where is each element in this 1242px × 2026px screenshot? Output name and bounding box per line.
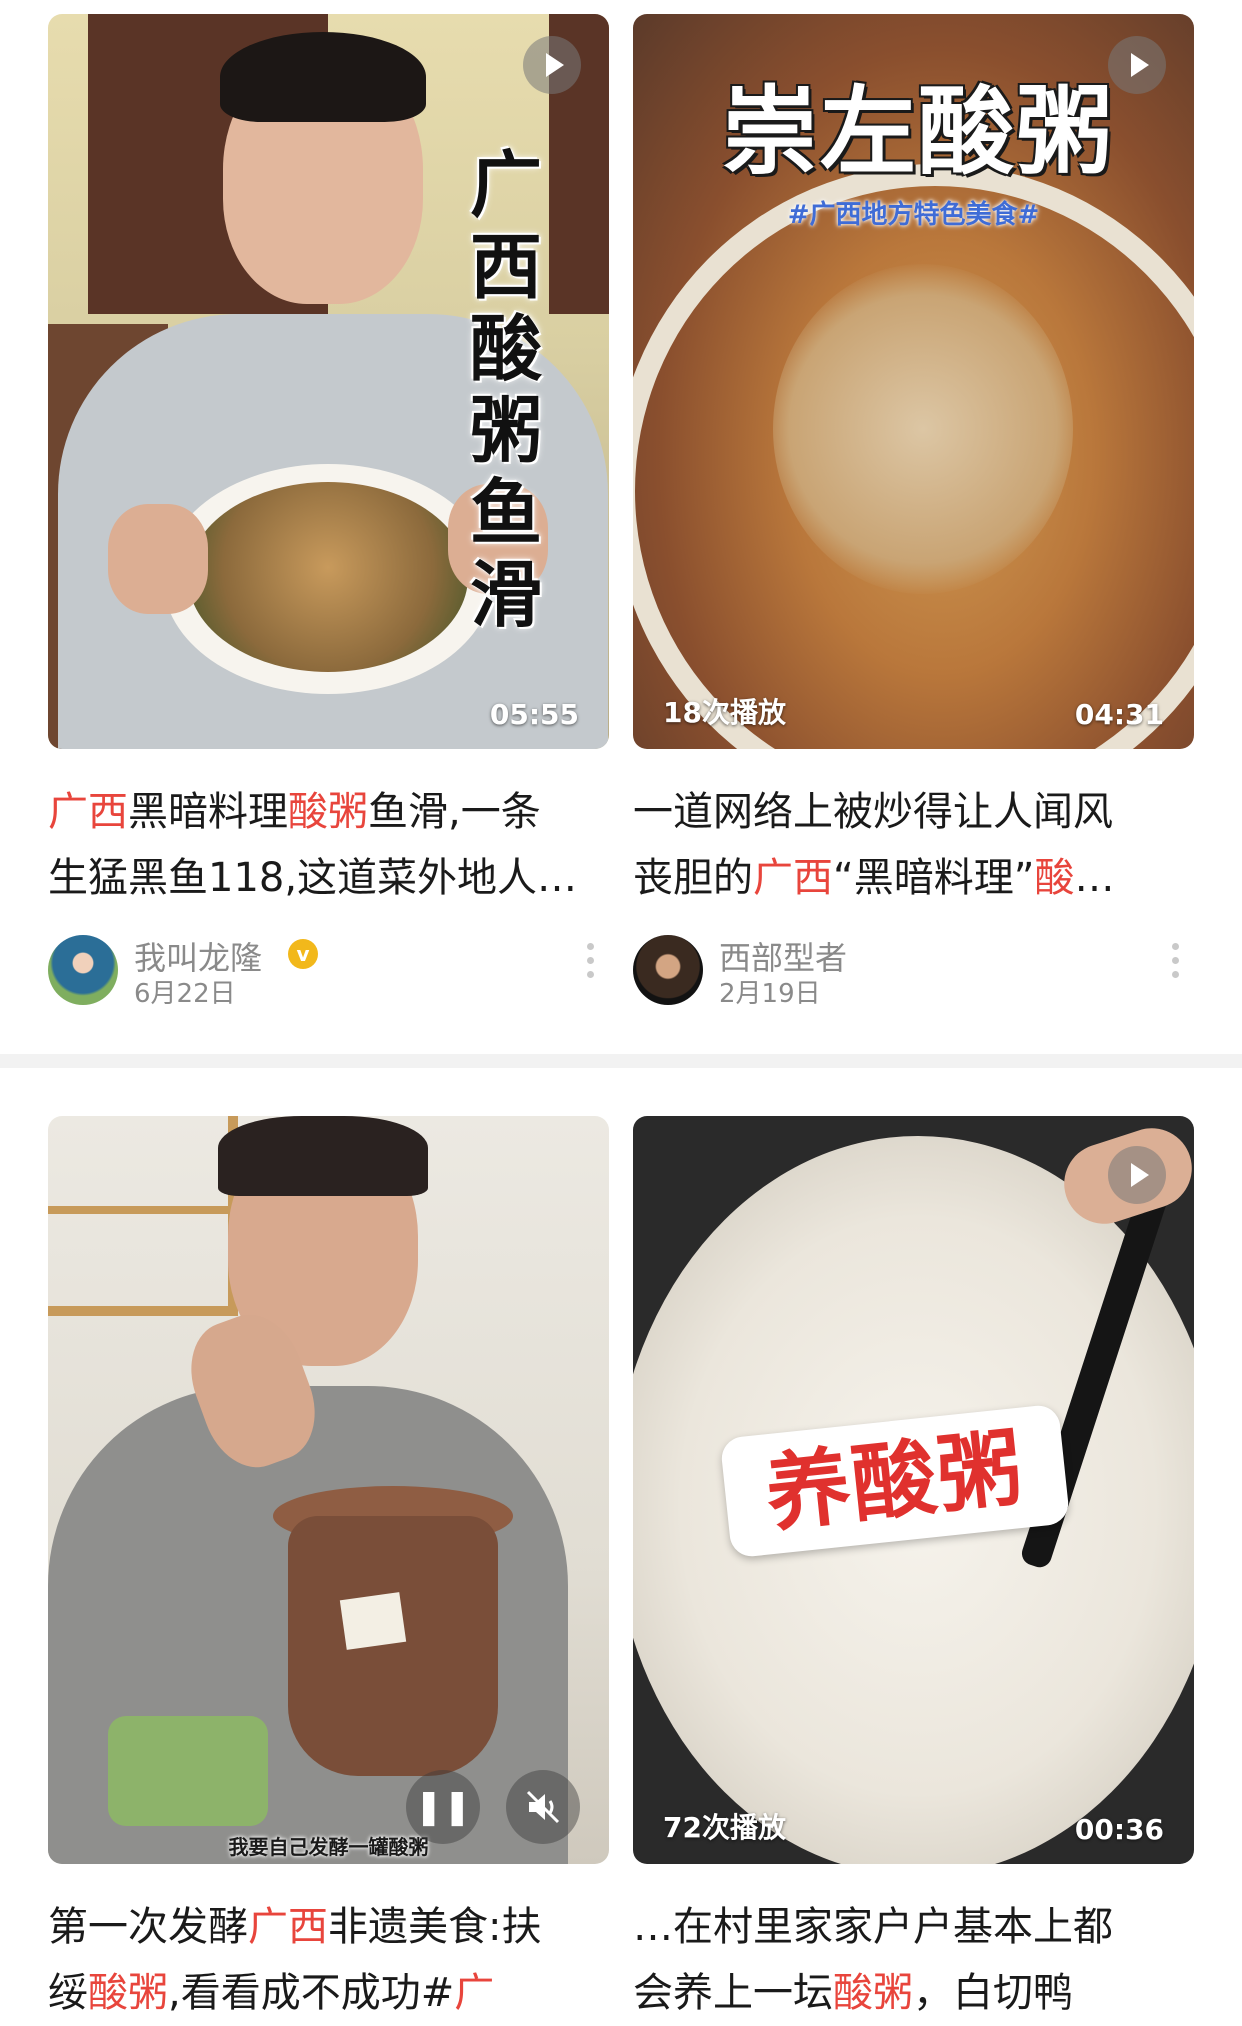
title-segment: 广西	[753, 855, 833, 901]
pause-icon[interactable]: ❚❚	[406, 1770, 480, 1844]
video-title[interactable]: …在村里家家户户基本上都 会养上一坛酸粥，白切鸭	[633, 1894, 1194, 2026]
video-thumbnail-2[interactable]: 崇左酸粥 #广西地方特色美食# 18次播放 04:31	[633, 14, 1194, 749]
title-line-1: 第一次发酵广西非遗美食:扶	[48, 1894, 609, 1960]
title-line-2: 绥酸粥,看看成不成功#广	[48, 1960, 609, 2026]
section-divider	[0, 1054, 1242, 1068]
verified-icon: v	[288, 939, 318, 969]
video-thumbnail-1[interactable]: 广西酸粥鱼滑 05:55	[48, 14, 609, 749]
thumbnail-image	[48, 1116, 609, 1864]
title-segment: 黑暗料理	[128, 789, 288, 835]
publish-date: 6月22日	[134, 979, 236, 1009]
video-thumbnail-4[interactable]: 养酸粥 72次播放 00:36	[633, 1116, 1194, 1864]
title-segment: 非遗美食:扶	[328, 1904, 542, 1950]
title-segment: 酸粥	[88, 1970, 168, 2016]
video-title[interactable]: 广西黑暗料理酸粥鱼滑,一条 生猛黑鱼118,这道菜外地人…	[48, 779, 609, 911]
video-card-4[interactable]: 养酸粥 72次播放 00:36 …在村里家家户户基本上都 会养上一坛酸粥，白切鸭	[633, 1116, 1194, 2026]
title-segment: 鱼滑,一条	[368, 789, 541, 835]
title-segment: 酸粥	[833, 1970, 913, 2016]
thumbnail-caption: 广西酸粥鱼滑	[469, 142, 542, 637]
video-thumbnail-3[interactable]: 我要自己发酵一罐酸粥 ❚❚	[48, 1116, 609, 1864]
thumbnail-title: 崇左酸粥	[722, 75, 1114, 188]
title-segment: 绥	[48, 1970, 88, 2016]
play-count: 18次播放	[663, 696, 786, 729]
title-line-1: 广西黑暗料理酸粥鱼滑,一条	[48, 779, 609, 845]
play-count: 72次播放	[663, 1811, 786, 1844]
avatar[interactable]	[48, 935, 118, 1005]
title-segment: 广西	[248, 1904, 328, 1950]
author-row[interactable]: 西部型者 2月19日	[633, 929, 1194, 1009]
title-segment: ，白切鸭	[913, 1970, 1073, 2016]
title-segment: 第一次发酵	[48, 1904, 248, 1950]
title-line-2: 会养上一坛酸粥，白切鸭	[633, 1960, 1194, 2026]
title-segment: 广西	[48, 789, 128, 835]
video-duration: 00:36	[1074, 1813, 1164, 1846]
play-icon[interactable]	[523, 36, 581, 94]
video-duration: 04:31	[1074, 698, 1164, 731]
title-line-2: 丧胆的广西“黑暗料理”酸…	[633, 845, 1194, 911]
author-row[interactable]: 我叫龙隆 v 6月22日	[48, 929, 609, 1009]
title-segment: 会养上一坛	[633, 1970, 833, 2016]
play-icon[interactable]	[1108, 1146, 1166, 1204]
title-segment: 酸粥	[288, 789, 368, 835]
video-title[interactable]: 第一次发酵广西非遗美食:扶 绥酸粥,看看成不成功#广	[48, 1894, 609, 2026]
title-line-2: 生猛黑鱼118,这道菜外地人…	[48, 855, 578, 901]
title-segment: 广	[454, 1970, 495, 2016]
more-icon[interactable]	[1170, 943, 1180, 987]
title-segment: 酸	[1034, 855, 1075, 901]
video-card-1[interactable]: 广西酸粥鱼滑 05:55 广西黑暗料理酸粥鱼滑,一条 生猛黑鱼118,这道菜外地…	[48, 14, 609, 1009]
play-icon[interactable]	[1108, 36, 1166, 94]
video-title[interactable]: 一道网络上被炒得让人闻风 丧胆的广西“黑暗料理”酸…	[633, 779, 1194, 911]
publish-date: 2月19日	[719, 979, 821, 1009]
more-icon[interactable]	[585, 943, 595, 987]
title-line-1: 一道网络上被炒得让人闻风	[633, 789, 1113, 835]
video-card-2[interactable]: 崇左酸粥 #广西地方特色美食# 18次播放 04:31 一道网络上被炒得让人闻风…	[633, 14, 1194, 1009]
title-segment: “黑暗料理”	[833, 855, 1035, 901]
avatar[interactable]	[633, 935, 703, 1005]
title-segment: …	[1074, 855, 1115, 901]
video-card-3[interactable]: 我要自己发酵一罐酸粥 ❚❚ 第一次发酵广西非遗美食:扶 绥酸粥,看看成不成功#广	[48, 1116, 609, 2026]
mute-icon[interactable]	[506, 1770, 580, 1844]
title-segment: ,看看成不成功#	[168, 1970, 455, 2016]
title-line-1: …在村里家家户户基本上都	[633, 1904, 1113, 1950]
video-duration: 05:55	[489, 698, 579, 731]
title-segment: 丧胆的	[633, 855, 753, 901]
thumbnail-hashtag: #广西地方特色美食#	[787, 200, 1040, 230]
